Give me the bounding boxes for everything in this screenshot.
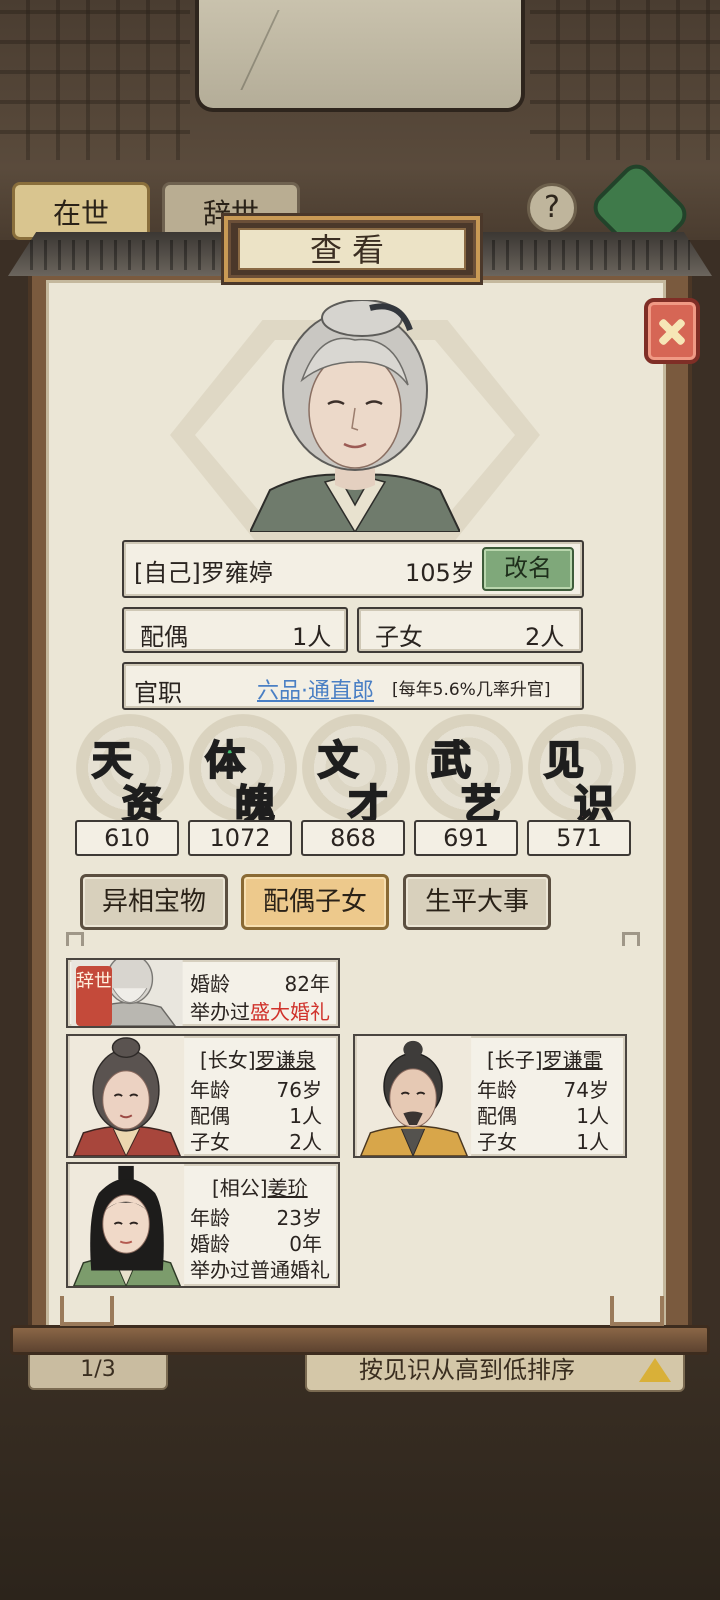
popup-title: 查看 [238,228,466,270]
office-label: 官职 [134,679,182,707]
rename-button[interactable]: 改名 [482,547,574,591]
spouse-label: 配偶 [140,623,188,651]
marriage-age-label: 婚龄 [190,972,230,996]
children-label: 子女 [375,623,423,651]
husband-portrait [69,1164,185,1286]
office-link[interactable]: 六品·通直郎 [257,673,374,705]
tab-treasures[interactable]: 异相宝物 [80,874,228,930]
self-name: [自己]罗雍婷 [134,559,273,587]
son-age-label: 年龄 [477,1078,517,1102]
insight-value: 571 [527,820,631,856]
sort-label: 按见识从高到低排序 [359,1356,575,1384]
member-card-eldest-son[interactable]: [长子]罗谦雷 年龄 74岁 配偶 1人 子女 1人 [353,1034,627,1158]
physique-value: 1072 [188,820,292,856]
daughter-age-label: 年龄 [190,1078,230,1102]
wedding-prefix: 举办过 [190,1000,250,1024]
deceased-badge: 辞世 [76,966,112,1026]
tab-alive[interactable]: 在世 [12,182,150,240]
husband-wedding-text: 举办过普通婚礼 [190,1258,330,1282]
daughter-age: 76岁 [276,1078,322,1102]
children-count: 2人 [525,623,565,651]
husband-age: 23岁 [276,1206,322,1230]
son-spouse-label: 配偶 [477,1104,517,1128]
eldest-son-portrait [356,1036,472,1156]
divider-ornament-left [66,932,84,946]
spouse-count: 1人 [292,623,332,651]
paper-corner-right [610,1296,664,1326]
husband-age-label: 年龄 [190,1206,230,1230]
self-age: 105岁 [405,559,475,587]
tab-spouse-children[interactable]: 配偶子女 [241,874,389,930]
son-relation: [长子] [487,1048,543,1072]
literacy-value: 868 [301,820,405,856]
sort-triangle-icon [639,1358,671,1382]
son-name[interactable]: 罗谦雷 [543,1048,603,1072]
scroll-rod [10,1325,710,1355]
husband-marriage-age-label: 婚龄 [190,1232,230,1256]
help-icon[interactable]: ? [527,183,577,233]
talent-value: 610 [75,820,179,856]
member-card-eldest-daughter[interactable]: [长女]罗谦泉 年龄 76岁 配偶 1人 子女 2人 [66,1034,340,1158]
daughter-name[interactable]: 罗谦泉 [256,1048,316,1072]
member-card-husband[interactable]: [相公]姜玠 年龄 23岁 婚龄 0年 举办过普通婚礼 [66,1162,340,1288]
daughter-children-label: 子女 [190,1130,230,1154]
son-spouse: 1人 [576,1104,609,1128]
paper-corner-left [60,1296,114,1326]
deceased-badge-label: 辞世 [76,971,112,992]
daughter-relation: [长女] [200,1048,256,1072]
page-indicator: 1/3 [28,1350,168,1390]
marriage-age-value: 82年 [284,972,330,996]
divider-ornament-right [622,932,640,946]
close-button[interactable] [644,298,700,364]
eldest-daughter-portrait [69,1036,185,1156]
popup-title-plaque: 查看 [221,213,483,285]
daughter-spouse: 1人 [289,1104,322,1128]
husband-name[interactable]: 姜玠 [268,1176,308,1200]
husband-relation: [相公] [212,1176,268,1200]
wedding-type: 盛大婚礼 [250,1000,330,1024]
member-card-deceased-spouse[interactable]: 辞世 婚龄 82年 举办过盛大婚礼 [66,958,340,1028]
martial-value: 691 [414,820,518,856]
character-portrait [250,300,460,532]
tab-life-events[interactable]: 生平大事 [403,874,551,930]
lattice-window-left [0,0,190,160]
daughter-children: 2人 [289,1130,322,1154]
husband-marriage-age: 0年 [289,1232,322,1256]
son-children-label: 子女 [477,1130,517,1154]
son-age: 74岁 [563,1078,609,1102]
son-children: 1人 [576,1130,609,1154]
office-promotion-note: [每年5.6%几率升官] [392,680,551,700]
lattice-window-right [530,0,720,160]
orchid-painting [195,0,525,112]
daughter-spouse-label: 配偶 [190,1104,230,1128]
